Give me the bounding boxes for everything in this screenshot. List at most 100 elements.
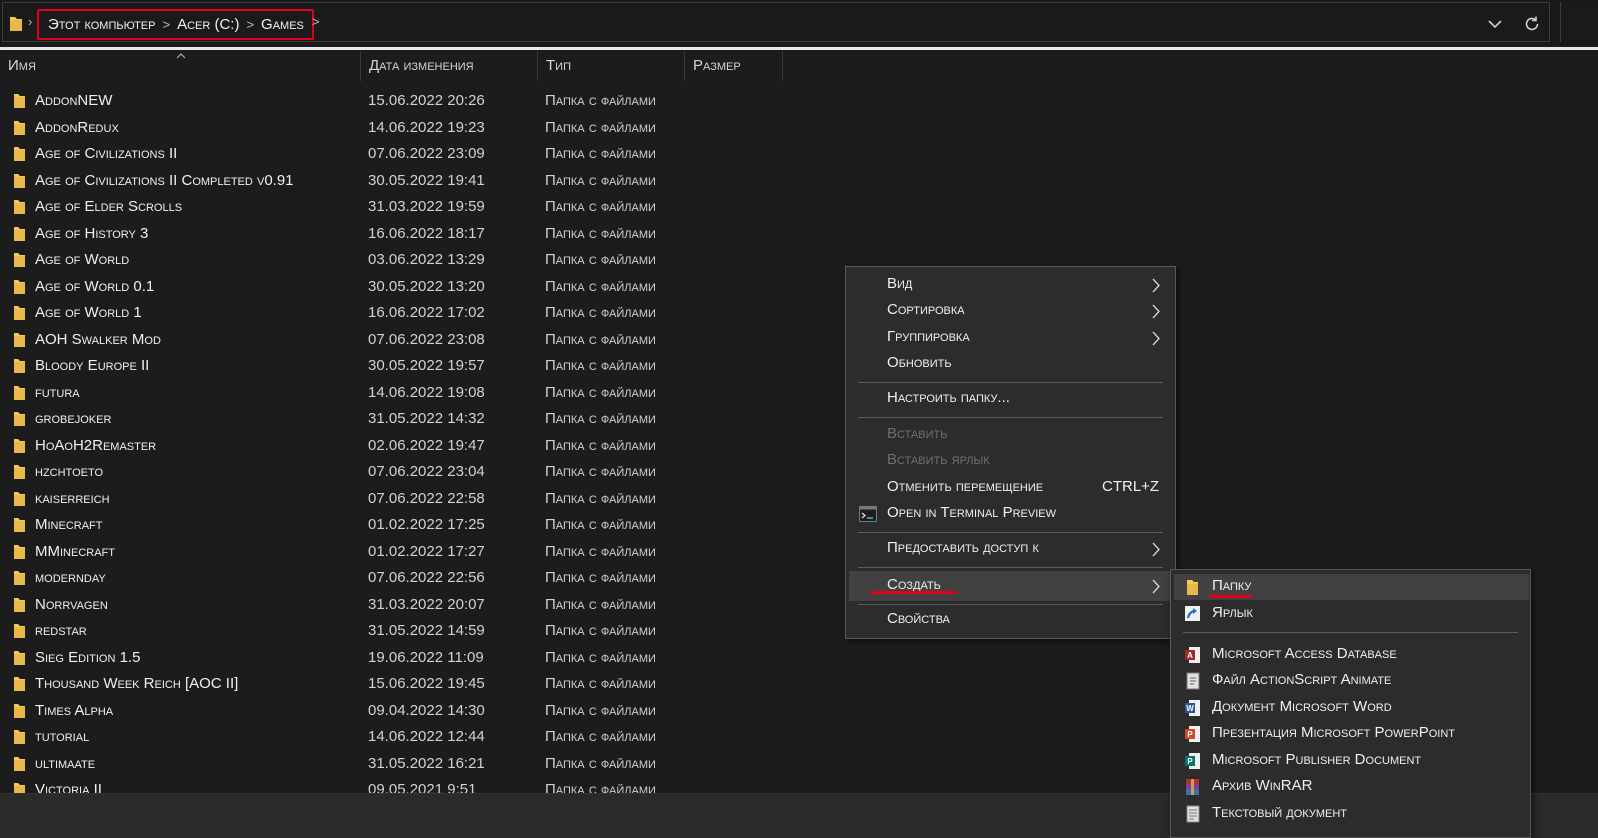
file-date: 14.06.2022 19:08 — [368, 383, 485, 401]
breadcrumb-separator[interactable]: > — [246, 17, 254, 32]
breadcrumb-root-chevron-icon[interactable]: › — [28, 14, 32, 29]
breadcrumb-separator[interactable]: > — [162, 17, 170, 32]
file-row[interactable]: Age of Civilizations II 07.06.2022 23:09 П… — [0, 142, 840, 169]
submenu-item-label: Текстовый документ — [1212, 804, 1347, 821]
folder-icon — [14, 571, 25, 585]
file-list: AddonNEW 15.06.2022 20:26 Папка с файлами A… — [0, 89, 840, 799]
breadcrumb-this-pc[interactable]: Этот компьютер — [48, 16, 155, 33]
create-submenu: Папку Ярлык A Microsoft Access Database Фа… — [1170, 569, 1531, 838]
file-row[interactable]: Age of Civilizations II Completed v0.91 3… — [0, 169, 840, 196]
file-row[interactable]: Sieg Edition 1.5 19.06.2022 11:09 Папка с … — [0, 646, 840, 673]
file-type: Папка с файлами — [545, 410, 656, 427]
menu-item-paste: Вставить — [846, 422, 1175, 448]
menu-item-group[interactable]: Группировка — [846, 325, 1175, 351]
submenu-item-shortcut[interactable]: Ярлык — [1171, 601, 1530, 627]
submenu-item-powerpoint[interactable]: P Презентация Microsoft PowerPoint — [1171, 721, 1530, 747]
file-row[interactable]: Minecraft 01.02.2022 17:25 Папка с файлами — [0, 513, 840, 540]
submenu-item-publisher[interactable]: P Microsoft Publisher Document — [1171, 748, 1530, 774]
file-date: 19.06.2022 11:09 — [368, 648, 484, 666]
refresh-icon[interactable] — [1522, 14, 1542, 34]
file-row[interactable]: AddonRedux 14.06.2022 19:23 Папка с файлам… — [0, 116, 840, 143]
file-type: Папка с файлами — [545, 92, 656, 109]
menu-item-customize-folder[interactable]: Настроить папку... — [846, 386, 1175, 412]
column-header-type[interactable]: Тип — [538, 51, 685, 81]
file-name: Age of World 0.1 — [35, 277, 155, 295]
file-date: 07.06.2022 22:56 — [368, 569, 485, 586]
breadcrumb-drive-c[interactable]: Acer (C:) — [177, 16, 239, 33]
file-row[interactable]: Age of Elder Scrolls 31.03.2022 19:59 Папк… — [0, 195, 840, 222]
folder-icon — [10, 17, 22, 31]
column-header-size[interactable]: Размер — [685, 51, 783, 81]
submenu-item-winrar[interactable]: Архив WinRAR — [1171, 774, 1530, 800]
file-date: 31.05.2022 16:21 — [368, 754, 485, 772]
file-type: Папка с файлами — [545, 701, 656, 719]
file-row[interactable]: hzchtoeto 07.06.2022 23:04 Папка с файлами — [0, 460, 840, 487]
search-box[interactable] — [1560, 2, 1598, 42]
menu-item-give-access[interactable]: Предоставить доступ к — [846, 536, 1175, 562]
menu-item-open-terminal[interactable]: Open in Terminal Preview — [846, 501, 1175, 527]
folder-icon — [14, 544, 25, 559]
file-row[interactable]: AddonNEW 15.06.2022 20:26 Папка с файлами — [0, 89, 840, 116]
file-row[interactable]: Norrvagen 31.03.2022 20:07 Папка с файлами — [0, 593, 840, 620]
text-document-icon — [1186, 805, 1200, 823]
column-header-name[interactable]: Имя — [0, 51, 361, 81]
access-icon: A — [1185, 647, 1200, 663]
menu-item-undo-move[interactable]: Отменить перемещение CTRL+Z — [846, 475, 1175, 501]
file-row[interactable]: Bloody Europe II 30.05.2022 19:57 Папка с … — [0, 354, 840, 381]
file-name: Minecraft — [35, 516, 103, 533]
breadcrumb-games[interactable]: Games — [261, 16, 304, 33]
file-row[interactable]: modernday 07.06.2022 22:56 Папка с файлами — [0, 566, 840, 593]
address-field[interactable]: › Этот компьютер > Acer (C:) > Games > — [2, 2, 1550, 42]
shortcut-icon — [1185, 606, 1200, 621]
file-row[interactable]: Times Alpha 09.04.2022 14:30 Папка с файла… — [0, 699, 840, 726]
file-row[interactable]: redstar 31.05.2022 14:59 Папка с файлами — [0, 619, 840, 646]
file-date: 14.06.2022 12:44 — [368, 728, 485, 745]
address-bar-divider — [0, 47, 1598, 50]
column-header-date[interactable]: Дата изменения — [361, 51, 538, 81]
folder-icon — [14, 730, 25, 744]
file-name: AOH Swalker Mod — [35, 330, 161, 348]
file-name: AddonRedux — [35, 118, 119, 136]
file-type: Папка с файлами — [545, 463, 656, 480]
submenu-item-label: Документ Microsoft Word — [1212, 698, 1392, 715]
folder-icon — [14, 518, 25, 532]
menu-item-label: Open in Terminal Preview — [887, 504, 1056, 521]
chevron-down-icon[interactable] — [1486, 15, 1504, 33]
publisher-icon: P — [1185, 753, 1200, 769]
file-row[interactable]: MMinecraft 01.02.2022 17:27 Папка с файлам… — [0, 540, 840, 567]
breadcrumb-tail-chevron-icon[interactable]: > — [312, 14, 320, 29]
file-row[interactable]: Age of World 1 16.06.2022 17:02 Папка с фа… — [0, 301, 840, 328]
submenu-item-word[interactable]: W Документ Microsoft Word — [1171, 695, 1530, 721]
submenu-item-access[interactable]: A Microsoft Access Database — [1171, 642, 1530, 668]
submenu-item-text-document[interactable]: Текстовый документ — [1171, 801, 1530, 827]
file-row[interactable]: AOH Swalker Mod 07.06.2022 23:08 Папка с ф… — [0, 328, 840, 355]
file-name: HoAoH2Remaster — [35, 436, 157, 454]
menu-item-label: Сортировка — [887, 301, 965, 318]
file-row[interactable]: grobejoker 31.05.2022 14:32 Папка с файлам… — [0, 407, 840, 434]
file-row[interactable]: tutorial 14.06.2022 12:44 Папка с файлами — [0, 725, 840, 752]
file-row[interactable]: futura 14.06.2022 19:08 Папка с файлами — [0, 381, 840, 408]
menu-item-properties[interactable]: Свойства — [846, 607, 1175, 633]
submenu-item-actionscript-file[interactable]: Файл ActionScript Animate — [1171, 668, 1530, 694]
file-date: 01.02.2022 17:27 — [368, 542, 485, 560]
file-row[interactable]: Age of World 03.06.2022 13:29 Папка с файл… — [0, 248, 840, 275]
menu-item-sort[interactable]: Сортировка — [846, 298, 1175, 324]
menu-item-create[interactable]: Создать — [849, 571, 1174, 601]
menu-item-refresh[interactable]: Обновить — [846, 351, 1175, 377]
file-row[interactable]: Age of World 0.1 30.05.2022 13:20 Папка с … — [0, 275, 840, 302]
menu-item-label: Вид — [887, 275, 913, 292]
file-name: Age of Civilizations II — [35, 145, 178, 162]
file-type: Папка с файлами — [545, 622, 656, 639]
folder-icon — [14, 147, 25, 161]
file-row[interactable]: Age of History 3 16.06.2022 18:17 Папка с … — [0, 222, 840, 249]
menu-item-view[interactable]: Вид — [846, 272, 1175, 298]
file-row[interactable]: HoAoH2Remaster 02.06.2022 19:47 Папка с фа… — [0, 434, 840, 461]
file-name: AddonNEW — [35, 92, 113, 109]
file-row[interactable]: ultimaate 31.05.2022 16:21 Папка с файлами — [0, 752, 840, 779]
file-name: grobejoker — [35, 410, 112, 427]
menu-item-label: Обновить — [887, 354, 952, 371]
file-row[interactable]: Thousand Week Reich [AOC II] 15.06.2022 1… — [0, 672, 840, 699]
file-row[interactable]: kaiserreich 07.06.2022 22:58 Папка с файла… — [0, 487, 840, 514]
menu-separator — [858, 382, 1163, 383]
file-type: Папка с файлами — [545, 648, 656, 666]
